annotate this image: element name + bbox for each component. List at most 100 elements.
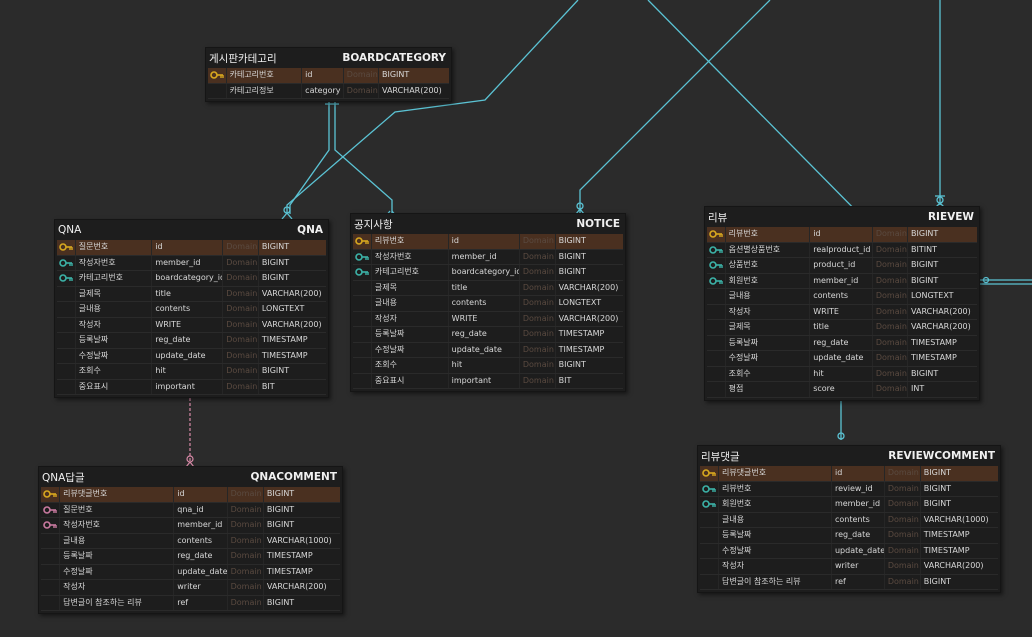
attribute-physical: WRITE xyxy=(449,311,520,326)
entity-review[interactable]: 리뷰 RIEVEW 리뷰번호 id Domain BIGINT 옵션별상품번호 realpro… xyxy=(704,206,980,401)
attribute-logical: 글내용 xyxy=(726,289,811,304)
attribute-row[interactable]: 작성자 WRITE Domain VARCHAR(200) xyxy=(707,304,977,320)
attribute-physical: member_id xyxy=(174,518,228,533)
attribute-row[interactable]: 글제목 title Domain VARCHAR(200) xyxy=(707,320,977,336)
attribute-row[interactable]: 조회수 hit Domain BIGINT xyxy=(57,364,326,380)
attribute-domain: Domain xyxy=(228,518,264,533)
attribute-type: TIMESTAMP xyxy=(911,337,957,347)
attribute-row[interactable]: 글내용 contents Domain VARCHAR(1000) xyxy=(41,533,340,549)
attribute-row[interactable]: 등록날짜 reg_date Domain TIMESTAMP xyxy=(707,335,977,351)
attribute-domain: Domain xyxy=(873,320,909,335)
entity-header[interactable]: 공지사항 NOTICE xyxy=(351,214,625,234)
attribute-row[interactable]: 등록날짜 reg_date Domain TIMESTAMP xyxy=(41,549,340,565)
attribute-row[interactable]: 리뷰번호 id Domain BIGINT xyxy=(353,234,623,250)
rel-product-review[interactable] xyxy=(647,0,876,231)
attribute-row[interactable]: 질문번호 qna_id Domain BIGINT xyxy=(41,502,340,518)
attribute-domain: Domain xyxy=(885,543,921,558)
attribute-row[interactable]: 작성자번호 member_id Domain BIGINT xyxy=(353,249,623,265)
blank-icon xyxy=(57,364,76,379)
blank-icon xyxy=(57,333,76,348)
attribute-logical: 작성자 xyxy=(76,317,153,332)
attribute-domain: Domain xyxy=(873,227,909,242)
attribute-logical: 작성자 xyxy=(719,559,832,574)
attribute-row[interactable]: 카테고리번호 boardcategory_id Domain BIGINT xyxy=(353,265,623,281)
attribute-row[interactable]: 작성자 WRITE Domain VARCHAR(200) xyxy=(57,317,326,333)
attribute-logical: 작성자번호 xyxy=(76,255,153,270)
attribute-row[interactable]: 글제목 title Domain VARCHAR(200) xyxy=(353,280,623,296)
attribute-logical: 카테고리번호 xyxy=(372,265,449,280)
attribute-row[interactable]: 답변글이 참조하는 리뷰 ref Domain BIGINT xyxy=(41,595,340,611)
entity-header[interactable]: 리뷰 RIEVEW xyxy=(705,207,979,227)
blank-icon xyxy=(41,564,61,579)
attribute-row[interactable]: 수정날짜 update_date Domain TIMESTAMP xyxy=(700,543,998,559)
attribute-row[interactable]: 글내용 contents Domain LONGTEXT xyxy=(57,302,326,318)
attribute-row[interactable]: 등록날짜 reg_date Domain TIMESTAMP xyxy=(57,333,326,349)
attribute-row[interactable]: 리뷰댓글번호 id Domain BIGINT xyxy=(700,466,998,482)
attribute-row[interactable]: 조회수 hit Domain BIGINT xyxy=(353,358,623,374)
rel-member-notice[interactable] xyxy=(579,0,771,214)
attribute-logical: 글제목 xyxy=(372,280,449,295)
attribute-row[interactable]: 수정날짜 update_date Domain TIMESTAMP xyxy=(707,351,977,367)
rel-member-qna[interactable] xyxy=(286,0,579,214)
attribute-logical: 수정날짜 xyxy=(372,342,449,357)
entity-boardcategory[interactable]: 게시판카테고리 BOARDCATEGORY 카테고리번호 id Domain BIGINT… xyxy=(205,47,452,102)
entity-header[interactable]: QNA답글 QNACOMMENT xyxy=(39,467,342,487)
attribute-row[interactable]: 옵션별상품번호 realproduct_id Domain BITINT xyxy=(707,242,977,258)
attribute-logical: 등록날짜 xyxy=(726,335,811,350)
attribute-type: TIMESTAMP xyxy=(266,551,313,560)
attribute-logical: 글내용 xyxy=(60,533,175,548)
attribute-row[interactable]: 작성자번호 member_id Domain BIGINT xyxy=(41,518,340,534)
attribute-logical: 카테고리정보 xyxy=(227,83,303,98)
attribute-row[interactable]: 등록날짜 reg_date Domain TIMESTAMP xyxy=(353,327,623,343)
entity-header[interactable]: QNA QNA xyxy=(55,220,328,240)
entity-qna[interactable]: QNA QNA 질문번호 id Domain BIGINT 작성자번호 member_id Do… xyxy=(54,219,329,398)
attribute-row[interactable]: 조회수 hit Domain BIGINT xyxy=(707,366,977,382)
entity-header[interactable]: 게시판카테고리 BOARDCATEGORY xyxy=(206,48,451,68)
attribute-physical: product_id xyxy=(810,258,873,273)
attribute-row[interactable]: 글내용 contents Domain LONGTEXT xyxy=(707,289,977,305)
attribute-type: VARCHAR(1000) xyxy=(266,535,332,545)
attribute-row[interactable]: 상품번호 product_id Domain BIGINT xyxy=(707,258,977,274)
attribute-row[interactable]: 작성자 WRITE Domain VARCHAR(200) xyxy=(353,311,623,327)
attribute-row[interactable]: 작성자 writer Domain VARCHAR(200) xyxy=(700,559,998,575)
attribute-row[interactable]: 카테고리번호 boardcategory_id Domain BIGINT xyxy=(57,271,326,287)
attribute-row[interactable]: 수정날짜 update_date Domain TIMESTAMP xyxy=(41,564,340,580)
entity-logical-name: 리뷰댓글 xyxy=(701,450,740,463)
attribute-row[interactable]: 수정날짜 update_date Domain TIMESTAMP xyxy=(353,342,623,358)
attribute-row[interactable]: 평점 score Domain INT xyxy=(707,382,977,398)
attribute-logical: 평점 xyxy=(726,382,811,397)
attribute-row[interactable]: 회원번호 member_id Domain BIGINT xyxy=(707,273,977,289)
attribute-row[interactable]: 작성자번호 member_id Domain BIGINT xyxy=(57,255,326,271)
attribute-type: BIGINT xyxy=(558,236,586,245)
blank-icon xyxy=(700,574,719,589)
attribute-row[interactable]: 글내용 contents Domain VARCHAR(1000) xyxy=(700,512,998,528)
attribute-row[interactable]: 글내용 contents Domain LONGTEXT xyxy=(353,296,623,312)
attribute-row[interactable]: 질문번호 id Domain BIGINT xyxy=(57,240,326,256)
attribute-physical: important xyxy=(449,373,520,388)
attribute-row[interactable]: 중요표시 important Domain BIT xyxy=(353,373,623,389)
attribute-logical: 수정날짜 xyxy=(60,564,175,579)
attribute-row[interactable]: 카테고리정보 category Domain VARCHAR(200) xyxy=(208,83,449,99)
entity-reviewcomment[interactable]: 리뷰댓글 REVIEWCOMMENT 리뷰댓글번호 id Domain BIGINT 리뷰번… xyxy=(697,445,1001,593)
attribute-logical: 글제목 xyxy=(76,286,153,301)
attribute-row[interactable]: 리뷰번호 review_id Domain BIGINT xyxy=(700,481,998,497)
attribute-row[interactable]: 회원번호 member_id Domain BIGINT xyxy=(700,497,998,513)
blank-icon xyxy=(57,379,76,394)
attribute-row[interactable]: 리뷰댓글번호 id Domain BIGINT xyxy=(41,487,340,503)
fk-icon xyxy=(57,271,76,286)
entity-header[interactable]: 리뷰댓글 REVIEWCOMMENT xyxy=(698,446,1000,466)
blank-icon xyxy=(57,348,76,363)
attribute-row[interactable]: 등록날짜 reg_date Domain TIMESTAMP xyxy=(700,528,998,544)
attribute-row[interactable]: 작성자 writer Domain VARCHAR(200) xyxy=(41,580,340,596)
attribute-type: TIMESTAMP xyxy=(261,335,308,344)
attribute-row[interactable]: 리뷰번호 id Domain BIGINT xyxy=(707,227,977,243)
attribute-row[interactable]: 답변글이 참조하는 리뷰 ref Domain BIGINT xyxy=(700,574,998,590)
attribute-row[interactable]: 카테고리번호 id Domain BIGINT xyxy=(208,68,449,84)
entity-qnacomment[interactable]: QNA답글 QNACOMMENT 리뷰댓글번호 id Domain BIGINT 질문번호 q… xyxy=(38,466,343,614)
attribute-domain: Domain xyxy=(520,373,556,388)
entity-notice[interactable]: 공지사항 NOTICE 리뷰번호 id Domain BIGINT 작성자번호 member_… xyxy=(350,213,626,392)
attribute-row[interactable]: 중요표시 important Domain BIT xyxy=(57,379,326,395)
attribute-row[interactable]: 글제목 title Domain VARCHAR(200) xyxy=(57,286,326,302)
attribute-row[interactable]: 수정날짜 update_date Domain TIMESTAMP xyxy=(57,348,326,364)
pfk-icon xyxy=(41,518,61,533)
